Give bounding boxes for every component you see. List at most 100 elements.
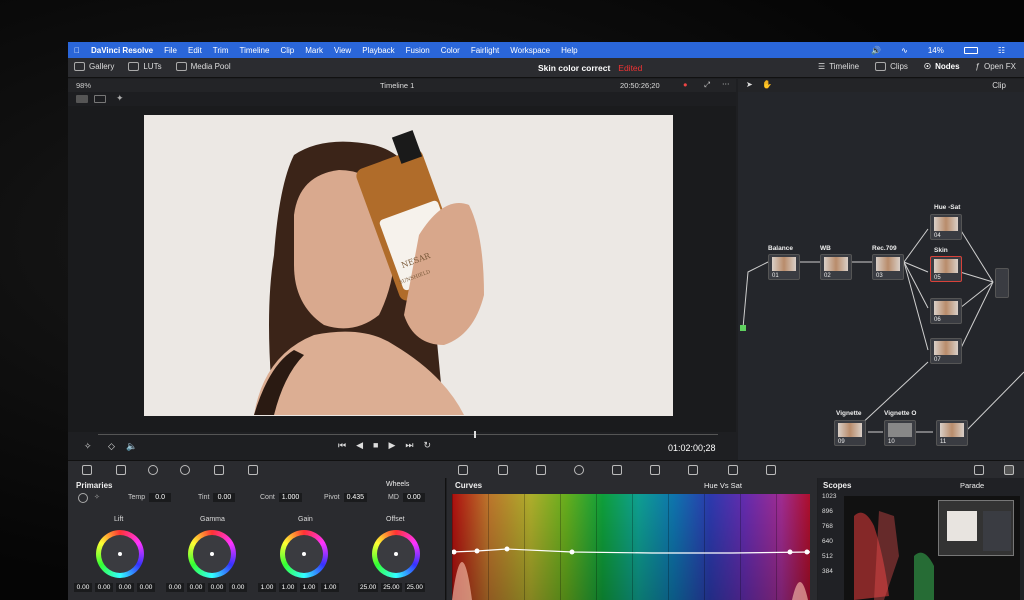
sizing-icon[interactable] bbox=[766, 465, 776, 475]
menu-view[interactable]: View bbox=[334, 46, 351, 55]
menu-edit[interactable]: Edit bbox=[188, 46, 202, 55]
offset-wheel[interactable] bbox=[372, 530, 420, 578]
node-01[interactable]: 01 bbox=[768, 254, 800, 280]
lift-r[interactable]: 0.00 bbox=[95, 583, 113, 592]
lift-y[interactable]: 0.00 bbox=[74, 583, 92, 592]
node-09[interactable]: 09 bbox=[834, 420, 866, 446]
control-center-icon[interactable]: ☷ bbox=[998, 46, 1005, 55]
color-warper-icon[interactable] bbox=[498, 465, 508, 475]
gain-b[interactable]: 1.00 bbox=[321, 583, 339, 592]
wifi-icon[interactable]: ∿ bbox=[901, 46, 908, 55]
md-field[interactable]: 0.00 bbox=[402, 493, 425, 502]
single-view-icon[interactable] bbox=[76, 95, 88, 103]
menu-help[interactable]: Help bbox=[561, 46, 577, 55]
window-icon[interactable] bbox=[574, 465, 584, 475]
node-04[interactable]: 04 bbox=[930, 214, 962, 240]
menu-fairlight[interactable]: Fairlight bbox=[471, 46, 499, 55]
gamma-r[interactable]: 0.00 bbox=[187, 583, 205, 592]
play-button[interactable]: ▶ bbox=[388, 440, 395, 451]
offset-wheel-handle[interactable] bbox=[394, 552, 398, 556]
color-wheels-icon[interactable] bbox=[148, 465, 158, 475]
lift-g[interactable]: 0.00 bbox=[116, 583, 134, 592]
color-match-icon[interactable] bbox=[116, 465, 126, 475]
node-mode-dropdown[interactable]: Clip bbox=[992, 81, 1006, 90]
menu-trim[interactable]: Trim bbox=[213, 46, 229, 55]
playhead[interactable] bbox=[474, 431, 476, 438]
scopes-mode-dropdown[interactable]: Parade bbox=[960, 481, 984, 490]
node-editor[interactable]: Balance 01 WB 02 Rec.709 03 Hue -Sat 04 … bbox=[738, 92, 1024, 460]
eyedropper-icon[interactable]: ✧ bbox=[84, 441, 92, 452]
gamma-b[interactable]: 0.00 bbox=[229, 583, 247, 592]
gain-wheel[interactable] bbox=[280, 530, 328, 578]
media-pool-button[interactable]: Media Pool bbox=[175, 62, 231, 71]
apple-icon[interactable]:  bbox=[74, 46, 80, 55]
layers-icon[interactable]: ◇ bbox=[108, 441, 115, 452]
loop-button[interactable]: ↻ bbox=[424, 440, 432, 451]
color-picker-icon[interactable]: ● bbox=[683, 80, 688, 89]
openfx-button[interactable]: ƒ Open FX bbox=[976, 62, 1016, 71]
lift-wheel-handle[interactable] bbox=[118, 552, 122, 556]
gain-y[interactable]: 1.00 bbox=[258, 583, 276, 592]
auto-balance-icon[interactable] bbox=[78, 493, 88, 503]
magic-wand-icon[interactable]: ✦ bbox=[116, 93, 124, 104]
last-frame-button[interactable]: ⏭ bbox=[405, 440, 413, 451]
scopes-toggle-icon[interactable] bbox=[1004, 465, 1014, 475]
tint-field[interactable]: 0.00 bbox=[213, 493, 236, 502]
blur-icon[interactable] bbox=[688, 465, 698, 475]
qualifier-icon[interactable] bbox=[536, 465, 546, 475]
gain-g[interactable]: 1.00 bbox=[300, 583, 318, 592]
key-icon[interactable] bbox=[728, 465, 738, 475]
offset-g[interactable]: 25.00 bbox=[381, 583, 402, 592]
node-02[interactable]: 02 bbox=[820, 254, 852, 280]
menu-clip[interactable]: Clip bbox=[280, 46, 294, 55]
rgb-mixer-icon[interactable] bbox=[214, 465, 224, 475]
battery-icon[interactable] bbox=[963, 46, 978, 54]
hdr-wheels-icon[interactable] bbox=[180, 465, 190, 475]
gamma-y[interactable]: 0.00 bbox=[166, 583, 184, 592]
picker-icon[interactable]: ✧ bbox=[94, 493, 100, 501]
hand-icon[interactable]: ✋ bbox=[762, 80, 772, 89]
timeline-selector[interactable]: Timeline 1 bbox=[380, 81, 414, 90]
gamma-wheel-handle[interactable] bbox=[210, 552, 214, 556]
menu-mark[interactable]: Mark bbox=[305, 46, 323, 55]
gamma-g[interactable]: 0.00 bbox=[208, 583, 226, 592]
hue-vs-sat-graph[interactable] bbox=[452, 494, 810, 600]
curves-icon[interactable] bbox=[458, 465, 468, 475]
more-icon[interactable]: ⋯ bbox=[722, 79, 730, 88]
motion-effects-icon[interactable] bbox=[248, 465, 258, 475]
node-10[interactable]: 10 bbox=[884, 420, 916, 446]
scrubber[interactable] bbox=[98, 431, 718, 438]
menu-fusion[interactable]: Fusion bbox=[406, 46, 430, 55]
node-11[interactable]: 11 bbox=[936, 420, 968, 446]
gallery-button[interactable]: Gallery bbox=[74, 62, 114, 71]
gamma-wheel[interactable] bbox=[188, 530, 236, 578]
audio-icon[interactable]: 🔈 bbox=[126, 441, 137, 452]
lift-b[interactable]: 0.00 bbox=[137, 583, 155, 592]
node-output[interactable] bbox=[995, 268, 1009, 298]
viewer[interactable]: NESAR SUNSHIELD bbox=[68, 106, 736, 432]
lift-wheel[interactable] bbox=[96, 530, 144, 578]
tracker-icon[interactable] bbox=[612, 465, 622, 475]
offset-b[interactable]: 25.00 bbox=[404, 583, 425, 592]
gain-wheel-handle[interactable] bbox=[302, 552, 306, 556]
menu-playback[interactable]: Playback bbox=[362, 46, 394, 55]
node-03[interactable]: 03 bbox=[872, 254, 904, 280]
pointer-icon[interactable]: ➤ bbox=[746, 80, 753, 89]
first-frame-button[interactable]: ⏮ bbox=[338, 440, 346, 451]
camera-raw-icon[interactable] bbox=[82, 465, 92, 475]
temp-field[interactable]: 0.0 bbox=[149, 493, 172, 502]
split-view-icon[interactable] bbox=[94, 95, 106, 103]
luts-button[interactable]: LUTs bbox=[128, 62, 162, 71]
node-05[interactable]: 05 bbox=[930, 256, 962, 282]
menu-workspace[interactable]: Workspace bbox=[510, 46, 550, 55]
timeline-button[interactable]: ☰ Timeline bbox=[818, 62, 859, 71]
menu-file[interactable]: File bbox=[164, 46, 177, 55]
battery-label[interactable]: 14% bbox=[928, 46, 944, 55]
volume-icon[interactable]: 🔊 bbox=[871, 46, 881, 55]
menu-color[interactable]: Color bbox=[441, 46, 460, 55]
clips-button[interactable]: Clips bbox=[875, 62, 908, 71]
keyframes-icon[interactable] bbox=[974, 465, 984, 475]
reverse-button[interactable]: ◀ bbox=[356, 440, 363, 451]
nodes-button[interactable]: ☉ Nodes bbox=[924, 62, 960, 71]
menu-timeline[interactable]: Timeline bbox=[240, 46, 270, 55]
